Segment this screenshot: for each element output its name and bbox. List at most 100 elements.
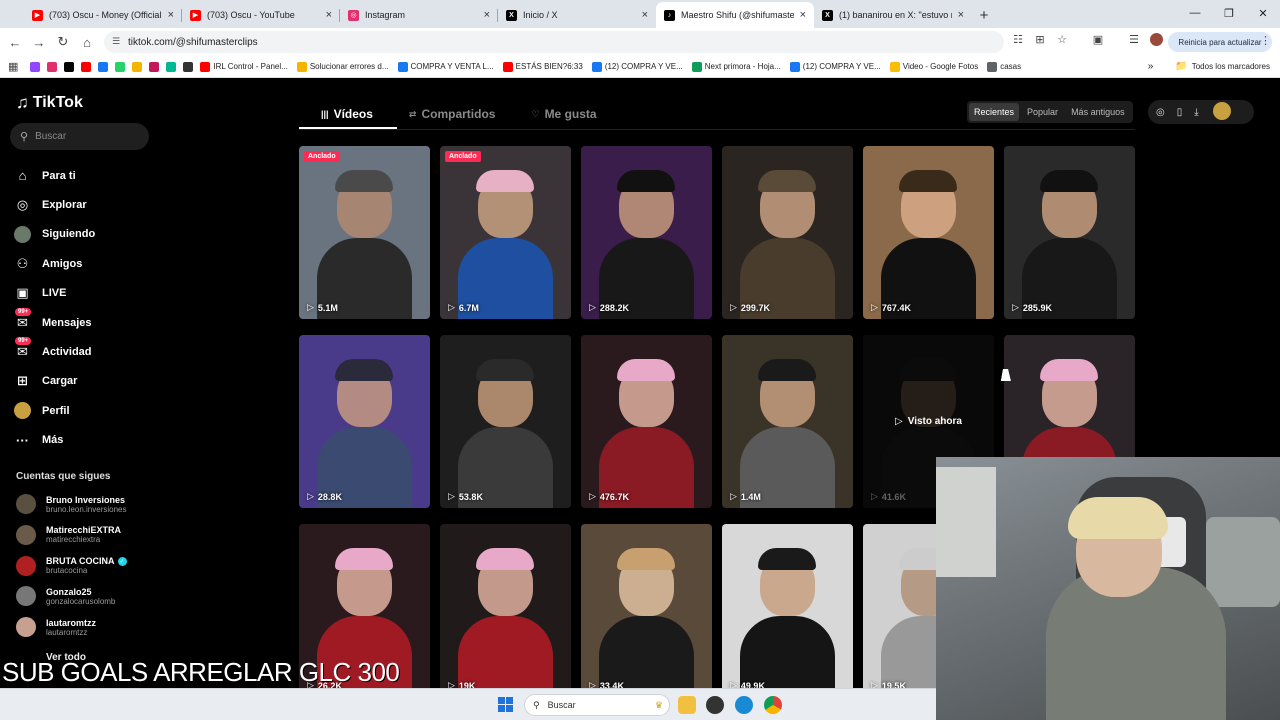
bookmark-item[interactable]: casas xyxy=(987,61,1022,72)
extensions-icon[interactable]: ▣ xyxy=(1090,31,1106,47)
media-icon[interactable]: ☰ xyxy=(1126,31,1142,47)
bookmark-item[interactable]: IRL Control - Panel... xyxy=(200,61,288,72)
bookmark-item[interactable] xyxy=(30,61,41,72)
all-bookmarks-link[interactable]: Todos los marcadores xyxy=(1192,62,1270,71)
following-account[interactable]: BRUTA COCINA ✓ brutacocina xyxy=(16,551,156,581)
bookmark-item[interactable]: Video - Google Fotos xyxy=(889,61,978,72)
video-card[interactable]: ▷ 19K xyxy=(440,524,571,697)
browser-tab-4[interactable]: X Inicio / X × xyxy=(498,2,656,28)
bookmark-item[interactable] xyxy=(64,61,75,72)
browser-tab-2[interactable]: ▶ (703) Oscu - YouTube × xyxy=(182,2,340,28)
sidebar-item-live[interactable]: ▣ LIVE xyxy=(14,279,164,308)
sidebar-item-perfil[interactable]: Perfil xyxy=(14,396,164,425)
bookmark-item[interactable] xyxy=(166,61,177,72)
home-icon[interactable]: ⌂ xyxy=(75,30,99,54)
tiktok-logo[interactable]: ♫ TikTok xyxy=(16,93,83,113)
bookmark-item[interactable] xyxy=(81,61,92,72)
chrome-menu-icon[interactable]: ⋮ xyxy=(1260,34,1271,47)
close-tab-icon[interactable]: × xyxy=(800,9,806,21)
back-icon[interactable]: ← xyxy=(3,30,27,54)
video-card[interactable]: ▷ 33.4K xyxy=(581,524,712,697)
bookmark-star-icon[interactable]: ☆ xyxy=(1054,31,1070,47)
following-account[interactable]: MatirecchiEXTRA matirecchiextra xyxy=(16,520,156,550)
edge-icon[interactable] xyxy=(735,696,753,714)
following-account[interactable]: Gonzalo25 gonzalocarusolomb xyxy=(16,581,156,611)
video-card[interactable]: ▷ 476.7K xyxy=(581,335,712,508)
video-card[interactable]: ▷ 28.8K xyxy=(299,335,430,508)
apps-grid-icon[interactable]: ▦ xyxy=(8,60,18,73)
install-app-icon[interactable]: ⊞ xyxy=(1032,31,1048,47)
new-tab-button[interactable]: + xyxy=(972,2,996,28)
sidebar-item-cargar[interactable]: ⊞ Cargar xyxy=(14,367,164,396)
restart-to-update-button[interactable]: Reinicia para actualizar xyxy=(1168,32,1272,52)
video-card[interactable]: ▷ 49.9K xyxy=(722,524,853,697)
bookmark-item[interactable] xyxy=(132,61,143,72)
video-card[interactable]: ▷ 1.4M xyxy=(722,335,853,508)
windows-start-icon[interactable] xyxy=(498,697,514,713)
bookmark-item[interactable]: COMPRA Y VENTA L... xyxy=(397,61,494,72)
download-icon[interactable]: ⤓ xyxy=(1194,107,1198,118)
sidebar-item-siguiendo[interactable]: Siguiendo xyxy=(14,220,164,249)
sort-option[interactable]: Popular xyxy=(1022,103,1063,121)
search-input[interactable]: ⚲ Buscar xyxy=(10,123,149,150)
browser-tab-5[interactable]: ♪ Maestro Shifu (@shifumastercli × xyxy=(656,2,814,28)
taskbar-search-input[interactable]: ⚲ Buscar ♛ xyxy=(524,694,670,716)
tab-videos[interactable]: ||| Vídeos xyxy=(299,99,387,129)
following-account[interactable]: lautaromtzz lautaromtzz xyxy=(16,612,156,642)
video-card[interactable]: ▷ 53.8K xyxy=(440,335,571,508)
file-explorer-icon[interactable] xyxy=(678,696,696,714)
reload-icon[interactable]: ↻ xyxy=(51,30,75,54)
bookmark-item[interactable]: Solucionar errores d... xyxy=(296,61,389,72)
bookmark-item[interactable]: (12) COMPRA Y VE... xyxy=(789,61,881,72)
video-card[interactable]: Anclado ▷ 6.7M xyxy=(440,146,571,319)
sidebar-item-para-ti[interactable]: ⌂ Para ti xyxy=(14,161,164,190)
tab-shared[interactable]: ⇄ Compartidos xyxy=(387,99,510,129)
sidebar-item-explorar[interactable]: ◎ Explorar xyxy=(14,190,164,219)
bookmark-item[interactable]: ESTÁS BIEN?6:33 xyxy=(502,61,583,72)
address-bar[interactable]: ☰ tiktok.com/@shifumasterclips xyxy=(104,31,1004,53)
close-window-icon[interactable]: ✕ xyxy=(1246,0,1280,26)
close-tab-icon[interactable]: × xyxy=(168,9,174,21)
profile-avatar-icon[interactable] xyxy=(1148,31,1164,47)
close-tab-icon[interactable]: × xyxy=(484,9,490,21)
sidebar-item-mensajes[interactable]: ✉ 99+ Mensajes xyxy=(14,307,164,337)
device-icon[interactable]: ▯ xyxy=(1177,107,1183,118)
bookmark-item[interactable] xyxy=(47,61,58,72)
sidebar-item-más[interactable]: ··· Más xyxy=(14,426,164,455)
video-card[interactable]: ▷ 299.7K xyxy=(722,146,853,319)
close-tab-icon[interactable]: × xyxy=(326,9,332,21)
minimize-icon[interactable]: — xyxy=(1178,0,1212,26)
browser-tab-6[interactable]: X (1) bananirou en X: "estuvo mu × xyxy=(814,2,972,28)
bookmark-item[interactable] xyxy=(115,61,126,72)
chrome-icon[interactable] xyxy=(764,696,782,714)
user-avatar[interactable] xyxy=(1212,101,1231,123)
bookmark-item[interactable] xyxy=(98,61,109,72)
video-card[interactable]: ▷ 285.9K xyxy=(1004,146,1135,319)
close-tab-icon[interactable]: × xyxy=(642,9,648,21)
sort-option[interactable]: Recientes xyxy=(969,103,1020,121)
bookmark-item[interactable]: (12) COMPRA Y VE... xyxy=(591,61,683,72)
sidebar-item-amigos[interactable]: ⚇ Amigos xyxy=(14,249,164,278)
more-bookmarks-icon[interactable]: » xyxy=(1148,61,1154,72)
bookmark-item[interactable] xyxy=(149,61,160,72)
translate-icon[interactable]: ☷ xyxy=(1010,31,1026,47)
sidebar-item-actividad[interactable]: ✉ 99+ Actividad xyxy=(14,337,164,366)
sort-option[interactable]: Más antiguos xyxy=(1066,103,1130,121)
bookmark-item[interactable] xyxy=(183,61,194,72)
app-icon[interactable] xyxy=(706,696,724,714)
site-settings-icon[interactable]: ☰ xyxy=(112,36,120,47)
bookmark-label: casas xyxy=(1000,62,1022,71)
browser-tab-3[interactable]: ◎ Instagram × xyxy=(340,2,498,28)
browser-tab-1[interactable]: ▶ (703) Oscu - Money (Official Vi × xyxy=(24,2,182,28)
forward-icon[interactable]: → xyxy=(27,30,51,54)
close-tab-icon[interactable]: × xyxy=(958,9,964,21)
video-card[interactable]: Anclado ▷ 5.1M xyxy=(299,146,430,319)
following-account[interactable]: Bruno Inversiones bruno.leon.inversiones xyxy=(16,489,156,519)
restore-icon[interactable]: ❐ xyxy=(1212,0,1246,26)
tab-liked[interactable]: ♡ Me gusta xyxy=(509,99,610,129)
bookmark-item[interactable]: Next primora - Hoja... xyxy=(691,61,781,72)
view-count: ▷ 53.8K xyxy=(448,491,483,502)
video-card[interactable]: ▷ 767.4K xyxy=(863,146,994,319)
compass-small-icon[interactable]: ◎ xyxy=(1156,107,1165,118)
video-card[interactable]: ▷ 288.2K xyxy=(581,146,712,319)
